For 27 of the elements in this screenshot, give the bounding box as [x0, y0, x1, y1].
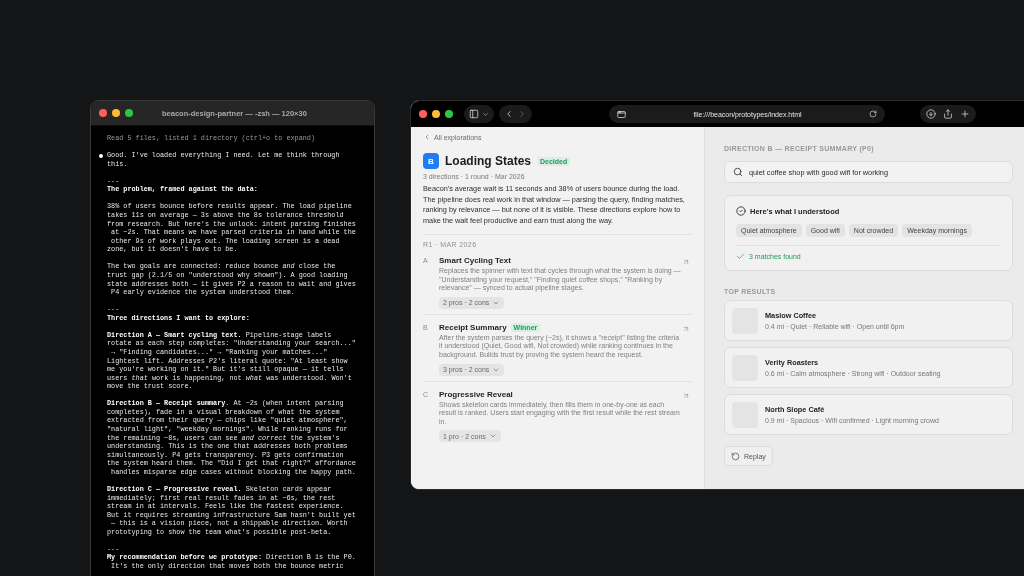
- page-icon: [617, 109, 626, 119]
- chevron-left-icon: [423, 133, 431, 141]
- close-icon[interactable]: [419, 110, 427, 118]
- sidebar-icon: [469, 109, 479, 119]
- reload-icon[interactable]: [869, 110, 877, 118]
- minimize-icon[interactable]: [432, 110, 440, 118]
- check-icon: [736, 252, 745, 261]
- direction-title: Smart Cycling Text: [439, 256, 511, 265]
- close-icon[interactable]: [99, 109, 107, 117]
- replay-icon: [731, 451, 740, 461]
- new-tab-icon[interactable]: [960, 109, 970, 119]
- download-icon[interactable]: [926, 109, 936, 119]
- back-icon: [504, 109, 514, 119]
- zoom-icon[interactable]: [445, 110, 453, 118]
- sidebar-button[interactable]: [464, 105, 494, 123]
- zoom-icon[interactable]: [125, 109, 133, 117]
- chevron-down-icon: [482, 110, 489, 118]
- check-circle-icon: [736, 206, 746, 216]
- page-title: Loading States: [445, 154, 531, 168]
- direction-title: Progressive Reveal: [439, 389, 513, 399]
- project-icon: B: [423, 153, 439, 169]
- minimize-icon[interactable]: [112, 109, 120, 117]
- direction-title: Receipt Summary: [439, 322, 507, 332]
- share-icon[interactable]: [943, 109, 953, 119]
- forward-icon: [517, 109, 527, 119]
- search-icon: [733, 167, 743, 177]
- bullet-icon: [99, 153, 103, 158]
